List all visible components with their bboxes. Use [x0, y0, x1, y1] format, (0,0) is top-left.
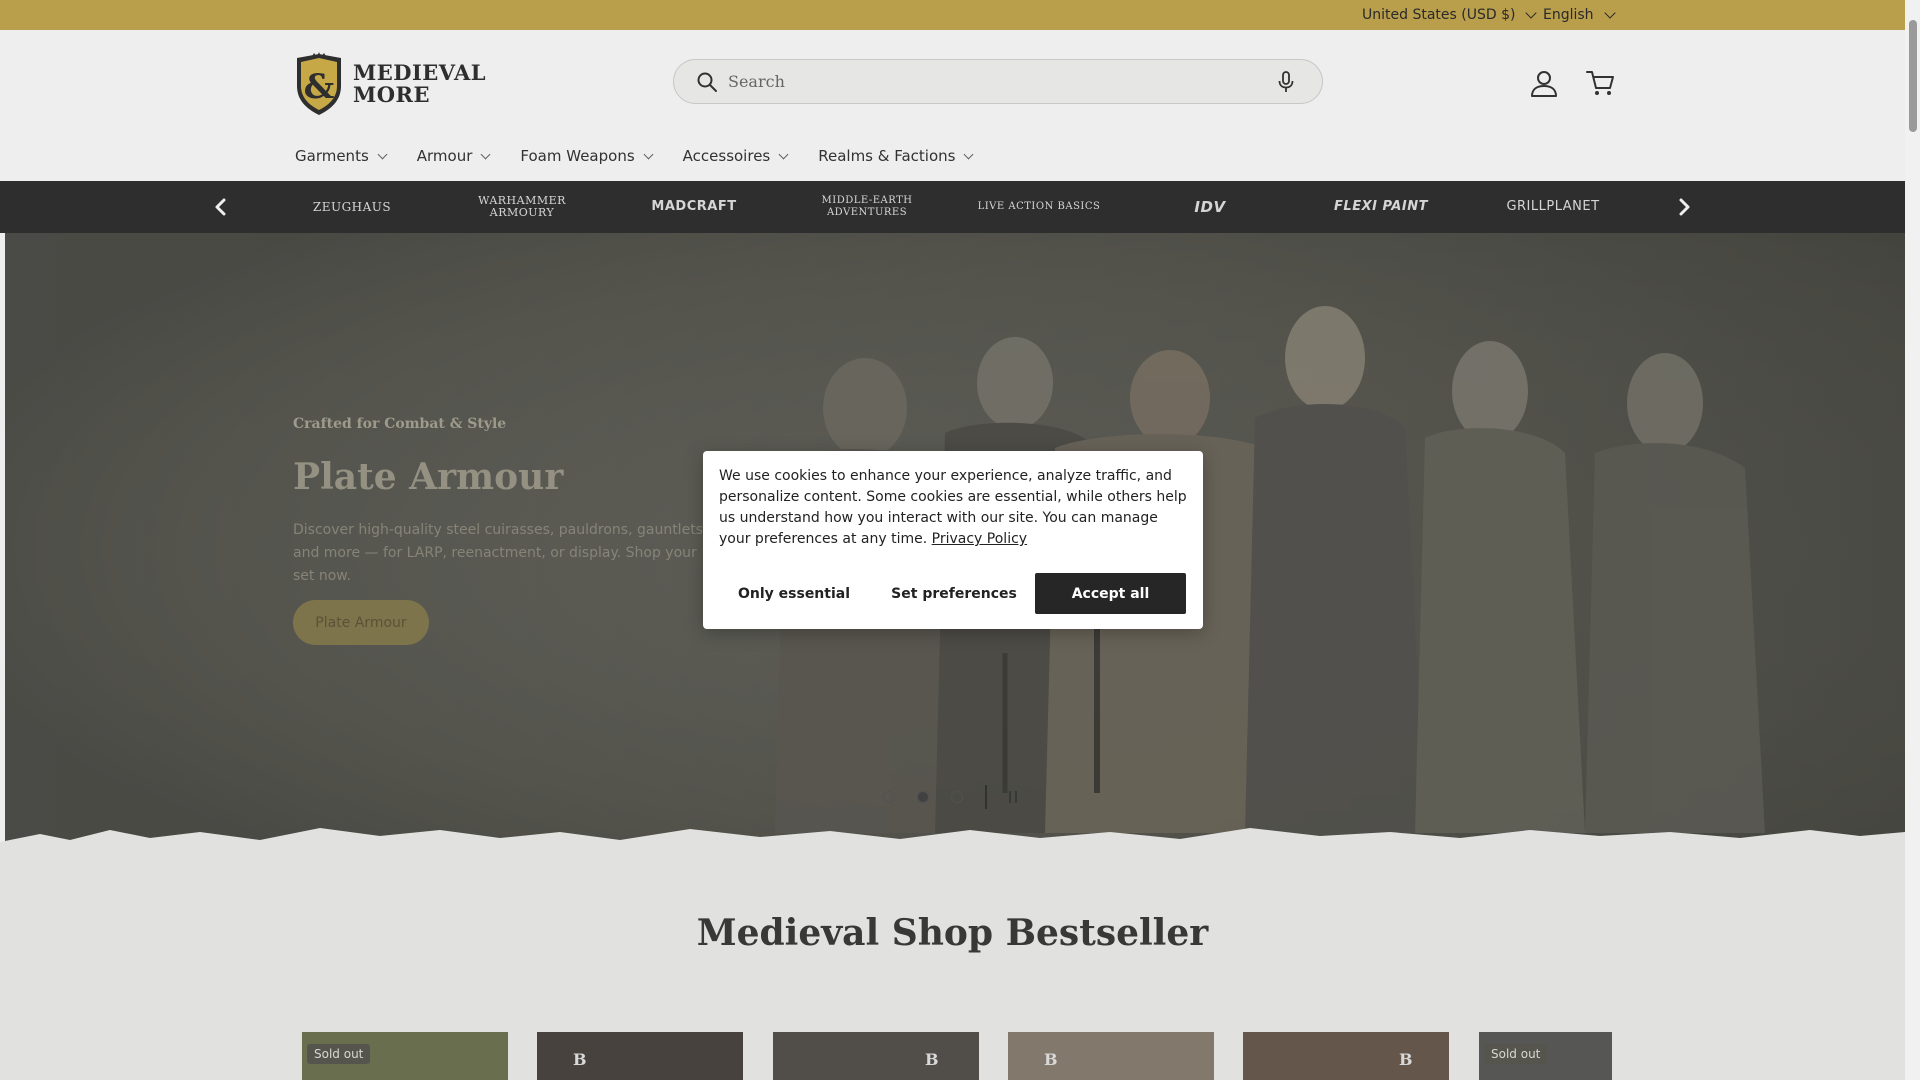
accept-all-button[interactable]: Accept all — [1035, 573, 1186, 614]
cookie-consent-dialog: We use cookies to enhance your experienc… — [703, 451, 1203, 629]
page-scrollbar[interactable] — [1905, 0, 1920, 1080]
scrollbar-thumb[interactable] — [1909, 20, 1917, 132]
privacy-policy-link[interactable]: Privacy Policy — [932, 531, 1027, 547]
only-essential-button[interactable]: Only essential — [719, 573, 869, 614]
set-preferences-button[interactable]: Set preferences — [879, 573, 1029, 614]
cookie-message: We use cookies to enhance your experienc… — [719, 466, 1189, 550]
